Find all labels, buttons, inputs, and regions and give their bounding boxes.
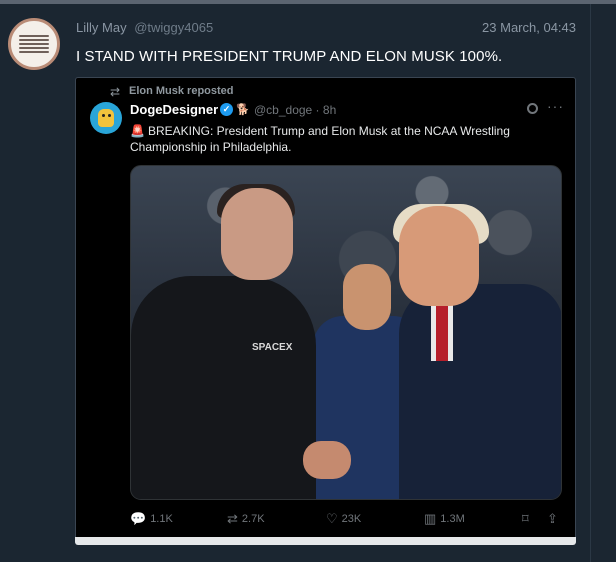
handshake <box>303 441 351 479</box>
more-options-icon[interactable]: ··· <box>547 98 564 114</box>
photo-man-right-tie <box>436 301 448 361</box>
post-text: I STAND WITH PRESIDENT TRUMP AND ELON MU… <box>76 48 503 65</box>
repost-action-icon: ⇄ <box>227 511 238 526</box>
like-count: 23K <box>341 513 362 525</box>
author-handle[interactable]: @twiggy4065 <box>134 20 213 35</box>
repost-label: Elon Musk reposted <box>129 85 234 97</box>
post-header: Lilly May @twiggy4065 23 March, 04:43 <box>76 20 576 38</box>
reply-button[interactable]: 💬 1.1K <box>130 511 173 527</box>
views-icon: ▥ <box>424 511 437 526</box>
repost-count: 2.7K <box>241 513 265 525</box>
embed-bottom-bar <box>75 537 576 545</box>
siren-icon: 🚨 <box>130 124 145 138</box>
grok-icon[interactable] <box>527 103 538 114</box>
shirt-logo: SPACEX <box>252 342 293 353</box>
tweet-author-avatar[interactable] <box>90 102 122 134</box>
verified-icon: ✓ <box>220 103 233 116</box>
photo-man-left-head <box>221 188 293 280</box>
top-border <box>0 0 616 4</box>
photo-man-right <box>399 284 561 499</box>
bookmark-button[interactable]: ⌑ <box>522 511 529 527</box>
tweet-actions: 💬 1.1K ⇄ 2.7K ♡ 23K ▥ 1.3M ⌑ ⇪ <box>130 511 562 529</box>
repost-icon: ⇄ <box>110 85 121 99</box>
bookmark-icon: ⌑ <box>522 511 529 526</box>
tweet-photo[interactable]: SPACEX <box>130 165 562 500</box>
like-button[interactable]: ♡ 23K <box>326 511 361 527</box>
share-button[interactable]: ⇪ <box>547 511 558 527</box>
heart-icon: ♡ <box>326 511 338 526</box>
photo-man-right-head <box>399 206 479 306</box>
tweet-text: 🚨 BREAKING: President Trump and Elon Musk… <box>130 123 540 155</box>
tweet-author-name[interactable]: DogeDesigner <box>130 102 218 117</box>
right-panel-edge <box>590 4 616 562</box>
view-count: 1.3M <box>440 513 465 525</box>
photo-background-man-head <box>343 264 391 330</box>
user-avatar[interactable] <box>8 18 60 70</box>
reply-icon: 💬 <box>130 511 147 526</box>
tweet-author-handle[interactable]: @cb_doge · 8h <box>254 103 336 117</box>
reply-count: 1.1K <box>150 513 173 525</box>
repost-button[interactable]: ⇄ 2.7K <box>227 511 265 527</box>
views-button[interactable]: ▥ 1.3M <box>424 511 465 527</box>
post-date: 23 March, 04:43 <box>482 20 576 35</box>
affiliate-badge-icon: 🐕 <box>236 104 250 116</box>
embedded-tweet[interactable]: ⇄ Elon Musk reposted DogeDesigner ✓ 🐕 @c… <box>75 77 576 543</box>
tweet-text-body: BREAKING: President Trump and Elon Musk … <box>130 124 510 154</box>
share-icon: ⇪ <box>547 511 558 526</box>
photo-man-left <box>131 276 316 499</box>
author-name[interactable]: Lilly May <box>76 20 127 35</box>
